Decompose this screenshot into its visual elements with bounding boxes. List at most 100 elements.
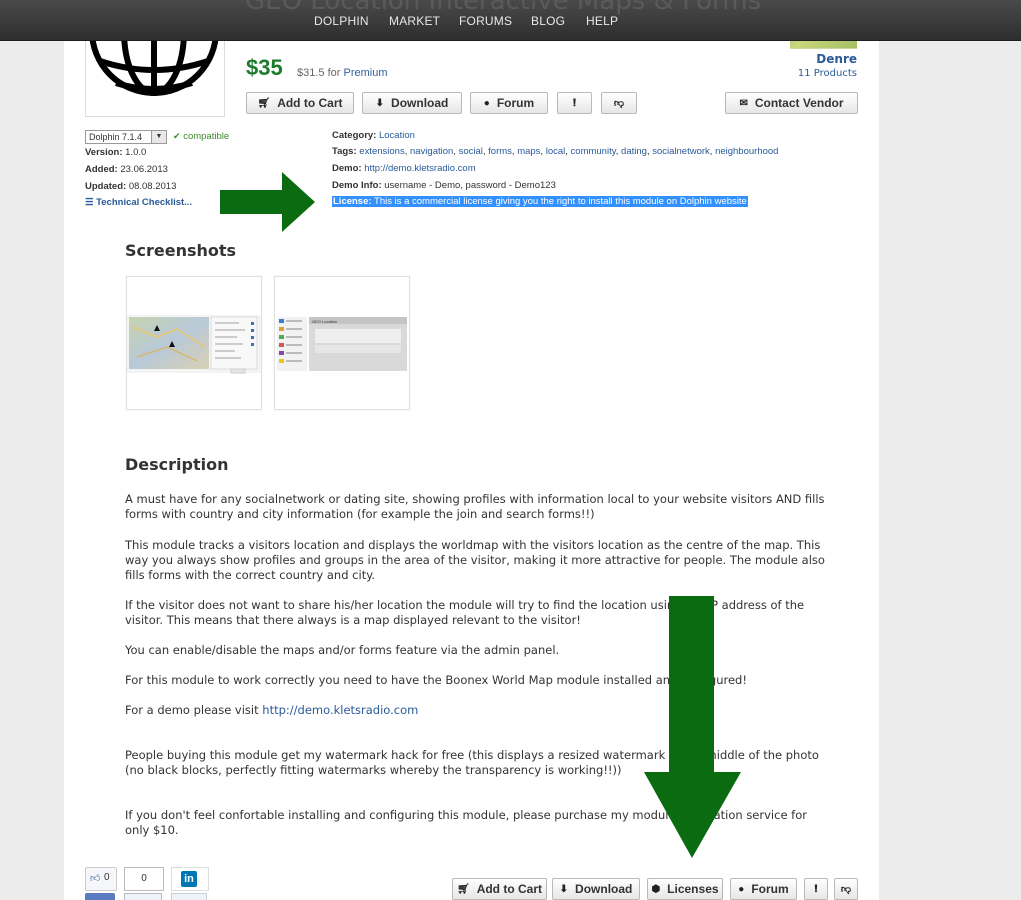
map-screenshot-image bbox=[127, 315, 261, 374]
bottom-forum-button[interactable]: ● Forum bbox=[730, 878, 797, 900]
tag-link[interactable]: socialnetwork bbox=[652, 146, 710, 157]
tag-link[interactable]: social bbox=[459, 146, 483, 157]
download-label: Download bbox=[391, 96, 449, 110]
add-to-cart-button[interactable]: 🛒︎ Add to Cart bbox=[246, 92, 354, 114]
tag-link[interactable]: local bbox=[546, 146, 566, 157]
forum-button[interactable]: ● Forum bbox=[470, 92, 548, 114]
facebook-share-widget[interactable] bbox=[85, 893, 115, 900]
version-value: 1.0.0 bbox=[125, 147, 147, 158]
description-paragraph-1: A must have for any socialnetwork or dat… bbox=[125, 492, 825, 521]
share-count-box: 0 bbox=[124, 867, 164, 891]
facebook-like-widget[interactable]: 👍︎ 0 bbox=[85, 867, 117, 891]
updated-value: 08.08.2013 bbox=[128, 181, 177, 192]
updated-row: Updated: 08.08.2013 bbox=[85, 181, 176, 192]
demo-info-value: username - Demo, password - Demo123 bbox=[384, 180, 556, 191]
technical-checklist-label: Technical Checklist... bbox=[96, 197, 193, 208]
admin-screenshot-title: GEO Location bbox=[312, 319, 337, 324]
screenshots-heading: Screenshots bbox=[125, 241, 237, 260]
envelope-icon: ✉ bbox=[739, 97, 748, 109]
cart-icon: 🛒︎ bbox=[257, 97, 271, 109]
bottom-add-to-cart-label: Add to Cart bbox=[476, 882, 543, 896]
comment-icon: ● bbox=[738, 883, 745, 895]
premium-price-value: $31.5 bbox=[297, 67, 325, 79]
demo-link[interactable]: http://demo.kletsradio.com bbox=[364, 163, 475, 174]
bottom-dislike-button[interactable]: 👎︎ bbox=[834, 878, 858, 900]
add-to-cart-label: Add to Cart bbox=[277, 96, 343, 110]
updated-label: Updated: bbox=[85, 181, 127, 192]
category-row: Category: Location bbox=[332, 130, 415, 141]
description-heading: Description bbox=[125, 455, 229, 474]
bottom-report-button[interactable]: ❗︎ bbox=[804, 878, 828, 900]
nav-item-blog[interactable]: BLOG bbox=[531, 14, 565, 28]
exclamation-icon: ❗︎ bbox=[814, 883, 818, 895]
technical-checklist-link[interactable]: ☰ Technical Checklist... bbox=[85, 197, 192, 208]
nav-item-forums[interactable]: FORUMS bbox=[459, 14, 512, 28]
contact-vendor-button[interactable]: ✉ Contact Vendor bbox=[725, 92, 858, 114]
bottom-add-to-cart-button[interactable]: 🛒︎ Add to Cart bbox=[452, 878, 547, 900]
demo-label: Demo: bbox=[332, 163, 362, 174]
vendor-products-link[interactable]: 11 Products bbox=[780, 68, 857, 79]
nav-item-help[interactable]: HELP bbox=[586, 14, 618, 28]
tags-list: extensions, navigation, social, forms, m… bbox=[359, 146, 779, 157]
report-button[interactable]: ❗︎ bbox=[557, 92, 592, 114]
chevron-down-icon[interactable]: ▼ bbox=[151, 131, 166, 143]
tag-link[interactable]: neighbourhood bbox=[715, 146, 778, 157]
download-icon: ⬇ bbox=[375, 97, 385, 109]
exclamation-icon: ❗︎ bbox=[573, 97, 576, 109]
annotation-arrow-right bbox=[220, 172, 315, 232]
licenses-label: Licenses bbox=[667, 882, 719, 896]
description-paragraph-2: This module tracks a visitors location a… bbox=[125, 538, 825, 582]
vendor-name-link[interactable]: Denre bbox=[800, 52, 857, 66]
premium-link[interactable]: Premium bbox=[344, 67, 388, 79]
compatible-badge: ✔ compatible bbox=[173, 131, 229, 142]
download-button[interactable]: ⬇ Download bbox=[362, 92, 462, 114]
premium-price-for: for bbox=[327, 67, 341, 79]
category-label: Category: bbox=[332, 130, 377, 141]
license-label: License: bbox=[333, 196, 372, 207]
bottom-download-button[interactable]: ⬇ Download bbox=[552, 878, 640, 900]
linkedin-icon: in bbox=[181, 871, 197, 887]
licenses-button[interactable]: ⬢ Licenses bbox=[647, 878, 723, 900]
nav-item-dolphin[interactable]: DOLPHIN bbox=[314, 14, 369, 28]
premium-price: $31.5 for Premium bbox=[297, 67, 388, 79]
thumbs-down-icon: 👎︎ bbox=[840, 884, 852, 895]
certificate-icon: ⬢ bbox=[651, 883, 661, 895]
added-value: 23.06.2013 bbox=[120, 164, 168, 175]
top-nav-bar: GEO Location Interactive Maps & Forms DO… bbox=[0, 0, 1021, 41]
share-button[interactable] bbox=[124, 893, 162, 900]
tag-link[interactable]: forms bbox=[488, 146, 512, 157]
tag-link[interactable]: extensions bbox=[359, 146, 404, 157]
dislike-button[interactable]: 👎︎ bbox=[601, 92, 637, 114]
category-link[interactable]: Location bbox=[379, 130, 415, 141]
linkedin-share-widget[interactable]: in bbox=[171, 867, 209, 891]
demo-info-row: Demo Info: username - Demo, password - D… bbox=[332, 180, 556, 191]
added-label: Added: bbox=[85, 164, 118, 175]
compatible-label: compatible bbox=[183, 131, 230, 142]
demo-visit-text: For a demo please visit bbox=[125, 703, 259, 717]
license-value: This is a commercial license giving you … bbox=[374, 196, 747, 207]
admin-screenshot-image: GEO Location bbox=[277, 317, 407, 371]
product-price: $35 bbox=[246, 55, 283, 80]
contact-vendor-label: Contact Vendor bbox=[754, 96, 844, 110]
screenshot-thumbnail-2[interactable]: GEO Location bbox=[274, 276, 410, 410]
demo-row: Demo: http://demo.kletsradio.com bbox=[332, 163, 476, 174]
demo-visit-link[interactable]: http://demo.kletsradio.com bbox=[262, 703, 418, 717]
download-icon: ⬇ bbox=[559, 883, 569, 895]
linkedin-share-button[interactable] bbox=[171, 893, 207, 900]
version-label: Version: bbox=[85, 147, 123, 158]
bottom-forum-label: Forum bbox=[751, 882, 789, 896]
added-row: Added: 23.06.2013 bbox=[85, 164, 168, 175]
version-select[interactable]: Dolphin 7.1.4 ▼ bbox=[85, 130, 167, 144]
tag-link[interactable]: navigation bbox=[410, 146, 453, 157]
tags-row: Tags: extensions, navigation, social, fo… bbox=[332, 146, 778, 157]
nav-item-market[interactable]: MARKET bbox=[389, 14, 440, 28]
check-circle-icon: ✔ bbox=[173, 131, 181, 141]
list-icon: ☰ bbox=[85, 197, 94, 208]
tag-link[interactable]: dating bbox=[621, 146, 647, 157]
screenshot-thumbnail-1[interactable] bbox=[126, 276, 262, 410]
license-row: License: This is a commercial license gi… bbox=[332, 196, 748, 207]
tag-link[interactable]: community bbox=[571, 146, 616, 157]
annotation-arrow-down bbox=[644, 596, 741, 858]
thumbs-up-icon: 👍︎ bbox=[90, 873, 101, 884]
tag-link[interactable]: maps bbox=[517, 146, 540, 157]
